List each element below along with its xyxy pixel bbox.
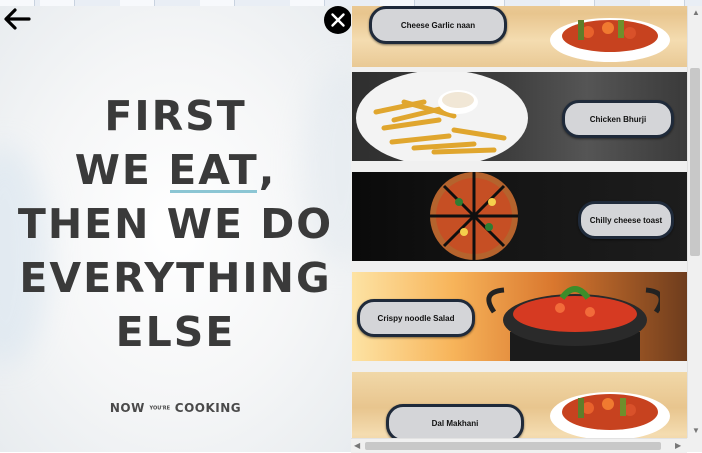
horizontal-scroll-thumb[interactable] bbox=[365, 442, 661, 450]
close-button[interactable] bbox=[324, 6, 351, 34]
menu-item-card[interactable]: Chicken Bhurji bbox=[352, 72, 688, 161]
horizontal-scrollbar[interactable]: ◀ ▶ bbox=[351, 438, 687, 453]
quote-line: FIRST bbox=[104, 92, 247, 140]
vertical-scroll-thumb[interactable] bbox=[690, 68, 700, 256]
menu-list[interactable]: Cheese Garlic naan Chicken Bhurji Chilly… bbox=[351, 6, 702, 452]
menu-item-text: Chicken Bhurji bbox=[589, 114, 647, 124]
quote-word: WE bbox=[74, 146, 152, 194]
menu-item-text: Dal Makhani bbox=[431, 418, 479, 428]
brand-logo: NOW YOU'RE COOKING bbox=[0, 401, 351, 415]
menu-item-card[interactable]: Cheese Garlic naan bbox=[352, 6, 688, 67]
quote-comma: , bbox=[258, 146, 277, 194]
scrollbar-corner bbox=[687, 438, 702, 452]
menu-item-text: Chilly cheese toast bbox=[589, 215, 663, 225]
quote-line: THEN WE DO bbox=[17, 200, 334, 248]
menu-item-label[interactable]: Crispy noodle Salad bbox=[357, 299, 475, 337]
brand-word: COOKING bbox=[174, 401, 242, 415]
quote-line: ELSE bbox=[115, 308, 236, 356]
kadai-illustration bbox=[486, 286, 660, 361]
quote-word-underlined: EAT bbox=[168, 143, 259, 197]
food-bowl-illustration bbox=[550, 392, 670, 440]
menu-item-card[interactable]: Crispy noodle Salad bbox=[352, 272, 688, 361]
menu-item-label[interactable]: Dal Makhani bbox=[386, 404, 524, 442]
scroll-up-arrow-icon[interactable]: ▲ bbox=[692, 8, 700, 18]
poster-quote: FIRST WE EAT, THEN WE DO EVERYTHING ELSE bbox=[0, 89, 351, 359]
poster-panel: FIRST WE EAT, THEN WE DO EVERYTHING ELSE… bbox=[0, 6, 351, 452]
brand-word: NOW bbox=[109, 401, 145, 415]
menu-item-label[interactable]: Chicken Bhurji bbox=[562, 100, 674, 138]
menu-item-label[interactable]: Cheese Garlic naan bbox=[369, 6, 507, 44]
menu-item-label[interactable]: Chilly cheese toast bbox=[578, 201, 674, 239]
menu-item-text: Crispy noodle Salad bbox=[377, 313, 455, 323]
vertical-scrollbar[interactable]: ▲ ▼ bbox=[687, 6, 702, 438]
menu-item-card[interactable]: Chilly cheese toast bbox=[352, 172, 688, 261]
scroll-down-arrow-icon[interactable]: ▼ bbox=[692, 426, 700, 436]
close-icon bbox=[331, 13, 345, 27]
scroll-left-arrow-icon[interactable]: ◀ bbox=[354, 441, 360, 451]
pizza-illustration bbox=[430, 172, 518, 260]
food-bowl-illustration bbox=[550, 18, 670, 62]
arrow-left-icon[interactable] bbox=[2, 6, 32, 32]
quote-line: WE EAT, bbox=[0, 143, 351, 197]
brand-word-small: YOU'RE bbox=[149, 405, 171, 412]
menu-item-text: Cheese Garlic naan bbox=[400, 20, 476, 30]
scroll-right-arrow-icon[interactable]: ▶ bbox=[675, 441, 681, 451]
fries-plate-illustration bbox=[356, 72, 528, 161]
quote-line: EVERYTHING bbox=[19, 254, 332, 302]
